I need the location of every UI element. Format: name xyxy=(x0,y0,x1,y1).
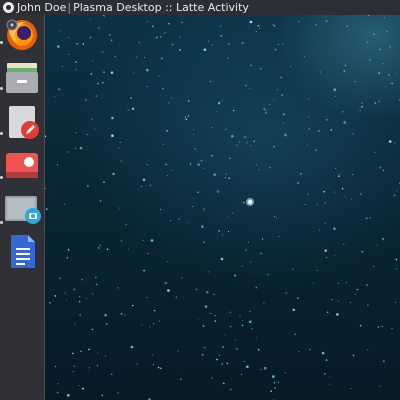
camera-icon xyxy=(5,196,41,224)
starfield-wallpaper xyxy=(45,15,400,400)
dock-edge xyxy=(44,15,45,400)
dock-running-indicator xyxy=(0,87,3,90)
firefox-icon xyxy=(6,19,37,50)
dock-running-indicator xyxy=(0,176,3,179)
dock-item-image-viewer[interactable] xyxy=(4,148,40,184)
dock-running-indicator xyxy=(0,132,3,135)
dock-item-file-manager[interactable] xyxy=(4,59,40,95)
desktop-wallpaper[interactable] xyxy=(45,15,400,400)
dock-item-screenshot-tool[interactable] xyxy=(4,193,41,229)
app-launcher-icon[interactable] xyxy=(3,2,14,13)
document-icon xyxy=(11,235,35,268)
photo-viewer-icon xyxy=(6,153,38,178)
dock-item-firefox[interactable] xyxy=(4,17,40,53)
user-name[interactable]: John Doe xyxy=(17,0,66,15)
latte-dock xyxy=(0,15,45,400)
dock-running-indicator xyxy=(0,221,3,224)
dock-item-documents[interactable] xyxy=(4,234,40,270)
document-edit-icon xyxy=(9,106,39,139)
dock-item-text-editor[interactable] xyxy=(4,104,40,140)
top-panel: John Doe | Plasma Desktop :: Latte Activ… xyxy=(0,0,400,15)
dock-running-indicator xyxy=(0,41,3,44)
file-cabinet-icon xyxy=(6,63,38,93)
activity-title: Plasma Desktop :: Latte Activity xyxy=(73,1,249,14)
title-separator: | xyxy=(67,1,72,14)
